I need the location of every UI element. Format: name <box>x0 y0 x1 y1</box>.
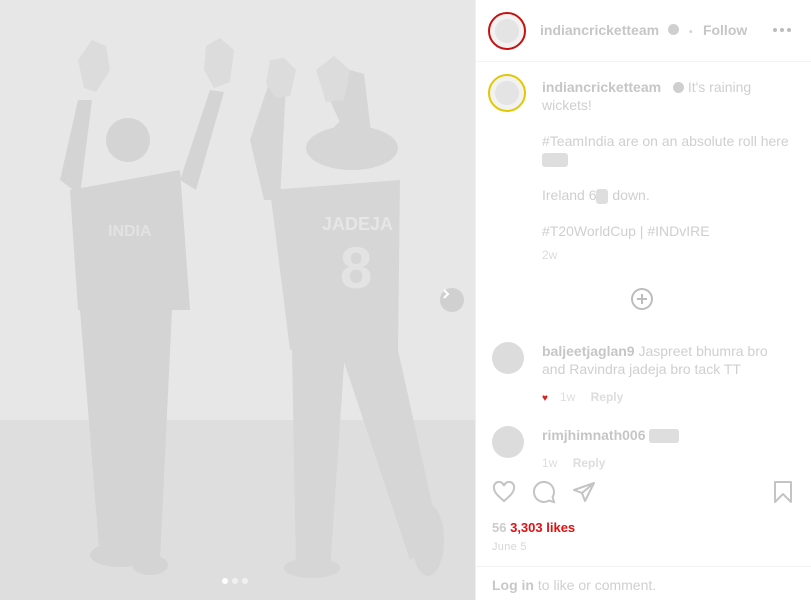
post-header: indiancricketteam • Follow <box>476 0 811 62</box>
carousel-dot <box>242 578 248 584</box>
caption-score-line: Ireland 6 <box>542 187 597 203</box>
comment-item: rimjhimnath006 1w Reply <box>492 426 792 472</box>
hearts-emoji-icon <box>649 429 680 444</box>
separator-dot: • <box>688 27 693 38</box>
login-link[interactable]: Log in <box>492 577 534 593</box>
hands-emoji-icon <box>542 153 568 168</box>
reply-button[interactable]: Reply <box>591 390 624 404</box>
comment-username[interactable]: baljeetjaglan9 <box>542 343 635 359</box>
account-username[interactable]: indiancricketteam <box>540 22 659 38</box>
avatar-image <box>495 19 519 43</box>
post-caption: indiancricketteam It's raining wickets! … <box>542 78 792 264</box>
verified-icon <box>672 81 684 93</box>
account-avatar[interactable] <box>488 12 526 50</box>
login-prompt: Log in to like or comment. <box>476 566 811 600</box>
comment-time[interactable]: 1w <box>542 456 557 470</box>
share-icon[interactable] <box>572 480 596 504</box>
load-more-comments-button[interactable] <box>631 288 653 310</box>
carousel-dots <box>222 578 248 584</box>
verified-icon <box>667 24 679 36</box>
caption-avatar[interactable] <box>488 74 526 112</box>
login-prompt-text: to like or comment. <box>534 577 657 593</box>
post-image[interactable]: JADEJA 8 INDIA <box>0 0 476 600</box>
caption-score-suffix: down. <box>608 187 650 203</box>
jersey-logo: INDIA <box>108 223 152 240</box>
jersey-name: JADEJA <box>322 214 393 234</box>
comment-icon[interactable] <box>532 480 556 504</box>
follow-button[interactable]: Follow <box>703 22 747 38</box>
heart-icon[interactable] <box>492 480 516 504</box>
carousel-dot-active <box>222 578 228 584</box>
comment-avatar[interactable] <box>492 426 524 458</box>
reply-button[interactable]: Reply <box>573 456 606 470</box>
caption-tags[interactable]: #T20WorldCup | #INDvIRE <box>542 223 710 239</box>
post-date: June 5 <box>492 541 527 553</box>
keycap-emoji-icon <box>596 188 609 204</box>
comment-item: baljeetjaglan9 Jaspreet bhumra bro and R… <box>492 342 792 408</box>
caption-time[interactable]: 2w <box>542 246 792 264</box>
likes-count[interactable]: 56 3,303 likes <box>492 520 575 535</box>
post-actions <box>492 478 795 506</box>
chevron-right-icon <box>443 289 450 299</box>
comment-time[interactable]: 1w <box>560 390 575 404</box>
caption-username[interactable]: indiancricketteam <box>542 79 661 95</box>
heart-icon: ♥ <box>542 393 548 404</box>
players-celebration-image: JADEJA 8 INDIA <box>0 0 475 600</box>
likes-text: 3,303 likes <box>510 520 576 535</box>
jersey-number: 8 <box>340 236 372 301</box>
bookmark-icon[interactable] <box>771 480 795 504</box>
more-icon[interactable] <box>773 28 791 32</box>
avatar-image <box>495 81 519 105</box>
caption-hashtag-line[interactable]: #TeamIndia are on an absolute roll here <box>542 133 789 149</box>
likes-prefix: 56 <box>492 520 507 535</box>
comment-username[interactable]: rimjhimnath006 <box>542 427 645 443</box>
comment-avatar[interactable] <box>492 342 524 374</box>
next-slide-button[interactable] <box>440 288 464 312</box>
carousel-dot <box>232 578 238 584</box>
post-sidebar: indiancricketteam • Follow indiancricket… <box>476 0 811 600</box>
